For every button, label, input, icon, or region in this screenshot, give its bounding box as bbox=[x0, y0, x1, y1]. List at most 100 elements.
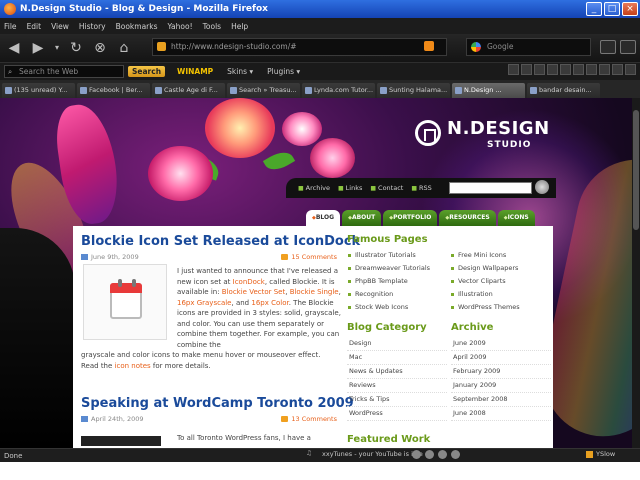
zoom-out-icon[interactable] bbox=[600, 40, 616, 54]
list-item[interactable]: Stock Web Icons bbox=[347, 301, 450, 314]
zoom-in-icon[interactable] bbox=[620, 40, 636, 54]
rss-feed-icon[interactable] bbox=[424, 41, 434, 51]
shuffle-icon[interactable] bbox=[573, 64, 584, 75]
icondock-link[interactable]: IconDock bbox=[233, 278, 265, 286]
history-dropdown-icon[interactable]: ▾ bbox=[52, 38, 62, 58]
prev-icon[interactable] bbox=[412, 450, 421, 459]
post-excerpt-continued: grayscale and color icons to make menu h… bbox=[81, 350, 339, 371]
repeat-icon[interactable] bbox=[586, 64, 597, 75]
archive-link[interactable]: Archive bbox=[298, 184, 330, 192]
forward-icon[interactable]: ▶ bbox=[28, 38, 48, 58]
settings-icon[interactable] bbox=[625, 64, 636, 75]
category-link[interactable]: Mac bbox=[347, 351, 447, 365]
menu-yahoo[interactable]: Yahoo! bbox=[168, 22, 193, 31]
skins-menu[interactable]: Skins ▾ bbox=[227, 67, 253, 76]
post-comments-link[interactable]: 15 Comments bbox=[281, 253, 337, 261]
list-item[interactable]: PhpBB Template bbox=[347, 275, 450, 288]
post-thumbnail[interactable] bbox=[83, 264, 167, 340]
search-input[interactable]: Google bbox=[466, 38, 591, 56]
nav-about[interactable]: ABOUT bbox=[342, 210, 382, 226]
blockie-vector-link[interactable]: Blockie Vector Set bbox=[222, 288, 285, 296]
web-search-input[interactable]: Search the Web bbox=[4, 65, 124, 78]
category-link[interactable]: Tricks & Tips bbox=[347, 393, 447, 407]
color-link[interactable]: 16px Color bbox=[251, 299, 288, 307]
icon-notes-link[interactable]: icon notes bbox=[115, 362, 151, 370]
next-track-icon[interactable] bbox=[560, 64, 571, 75]
archive-link[interactable]: September 2008 bbox=[451, 393, 551, 407]
contact-link[interactable]: Contact bbox=[370, 184, 403, 192]
winamp-logo[interactable]: WINAMP bbox=[177, 67, 213, 76]
list-item[interactable]: Illustrator Tutorials bbox=[347, 249, 450, 262]
minimize-button[interactable]: _ bbox=[586, 2, 602, 16]
tab-yahoo-mail[interactable]: (135 unread) Y... bbox=[2, 83, 75, 98]
nav-icons[interactable]: ICONS bbox=[497, 210, 535, 226]
menu-edit[interactable]: Edit bbox=[27, 22, 42, 31]
post-date: April 24th, 2009 bbox=[81, 415, 144, 423]
archive-link[interactable]: January 2009 bbox=[451, 379, 551, 393]
menu-history[interactable]: History bbox=[79, 22, 106, 31]
url-input[interactable]: http://www.ndesign-studio.com/# bbox=[152, 38, 447, 56]
menu-tools[interactable]: Tools bbox=[203, 22, 221, 31]
web-search-button[interactable]: Search bbox=[128, 66, 166, 77]
next-icon[interactable] bbox=[438, 450, 447, 459]
blockie-single-link[interactable]: Blockie Single bbox=[290, 288, 339, 296]
nav-resources[interactable]: RESOURCES bbox=[439, 210, 496, 226]
home-icon[interactable]: ⌂ bbox=[114, 38, 134, 58]
archive-link[interactable]: June 2008 bbox=[451, 407, 551, 421]
scrollbar-thumb[interactable] bbox=[633, 110, 639, 230]
tab-ndesign[interactable]: N.Design ... bbox=[452, 83, 525, 98]
site-search-button[interactable] bbox=[535, 180, 549, 194]
nav-portfolio[interactable]: PORTFOLIO bbox=[383, 210, 438, 226]
maximize-button[interactable]: □ bbox=[604, 2, 620, 16]
post-title-link[interactable]: Speaking at WordCamp Toronto 2009 bbox=[81, 396, 354, 411]
rss-link[interactable]: RSS bbox=[411, 184, 432, 192]
menu-help[interactable]: Help bbox=[231, 22, 248, 31]
tab-lynda[interactable]: Lynda.com Tutor... bbox=[302, 83, 375, 98]
play-icon[interactable] bbox=[521, 64, 532, 75]
tab-castle-age[interactable]: Castle Age di F... bbox=[152, 83, 225, 98]
menu-bookmarks[interactable]: Bookmarks bbox=[116, 22, 158, 31]
tab-treasure-search[interactable]: Search » Treasu... bbox=[227, 83, 300, 98]
close-button[interactable]: × bbox=[622, 2, 638, 16]
menu-view[interactable]: View bbox=[51, 22, 69, 31]
page-viewport: N.DESIGN STUDIO Archive Links Contact RS… bbox=[0, 98, 632, 448]
reload-icon[interactable]: ↻ bbox=[66, 38, 86, 58]
plugins-menu[interactable]: Plugins ▾ bbox=[267, 67, 300, 76]
play-icon[interactable] bbox=[425, 450, 434, 459]
list-item[interactable]: Vector Cliparts bbox=[450, 275, 553, 288]
archive-link[interactable]: February 2009 bbox=[451, 365, 551, 379]
list-item[interactable]: Illustration bbox=[450, 288, 553, 301]
eject-icon[interactable] bbox=[612, 64, 623, 75]
grayscale-link[interactable]: 16px Grayscale bbox=[177, 299, 232, 307]
list-item[interactable]: Recognition bbox=[347, 288, 450, 301]
tab-bandar-desain[interactable]: bandar desain... bbox=[527, 83, 600, 98]
category-link[interactable]: Design bbox=[347, 337, 447, 351]
volume-icon[interactable] bbox=[599, 64, 610, 75]
site-search-input[interactable] bbox=[449, 182, 532, 194]
archive-link[interactable]: April 2009 bbox=[451, 351, 551, 365]
list-item[interactable]: WordPress Themes bbox=[450, 301, 553, 314]
list-item[interactable]: Design Wallpapers bbox=[450, 262, 553, 275]
nav-blog[interactable]: BLOG bbox=[306, 210, 341, 226]
category-link[interactable]: News & Updates bbox=[347, 365, 447, 379]
back-icon[interactable]: ◀ bbox=[4, 38, 24, 58]
excerpt-text: for more details. bbox=[150, 361, 211, 370]
stop-icon[interactable]: ⊗ bbox=[90, 38, 110, 58]
post-thumbnail[interactable] bbox=[81, 436, 161, 446]
category-link[interactable]: WordPress bbox=[347, 407, 447, 421]
tab-sunting[interactable]: Sunting Halama... bbox=[377, 83, 450, 98]
menu-file[interactable]: File bbox=[4, 22, 17, 31]
category-link[interactable]: Reviews bbox=[347, 379, 447, 393]
post-title-link[interactable]: Blockie Icon Set Released at IconDock bbox=[81, 234, 360, 249]
list-item[interactable]: Free Mini Icons bbox=[450, 249, 553, 262]
yslow-indicator[interactable]: YSlow bbox=[586, 450, 615, 458]
links-link[interactable]: Links bbox=[338, 184, 363, 192]
tab-facebook[interactable]: Facebook | Ber... bbox=[77, 83, 150, 98]
pause-icon[interactable] bbox=[534, 64, 545, 75]
prev-track-icon[interactable] bbox=[508, 64, 519, 75]
list-item[interactable]: Dreamweaver Tutorials bbox=[347, 262, 450, 275]
volume-icon[interactable] bbox=[451, 450, 460, 459]
post-comments-link[interactable]: 13 Comments bbox=[281, 415, 337, 423]
archive-link[interactable]: June 2009 bbox=[451, 337, 551, 351]
stop-track-icon[interactable] bbox=[547, 64, 558, 75]
